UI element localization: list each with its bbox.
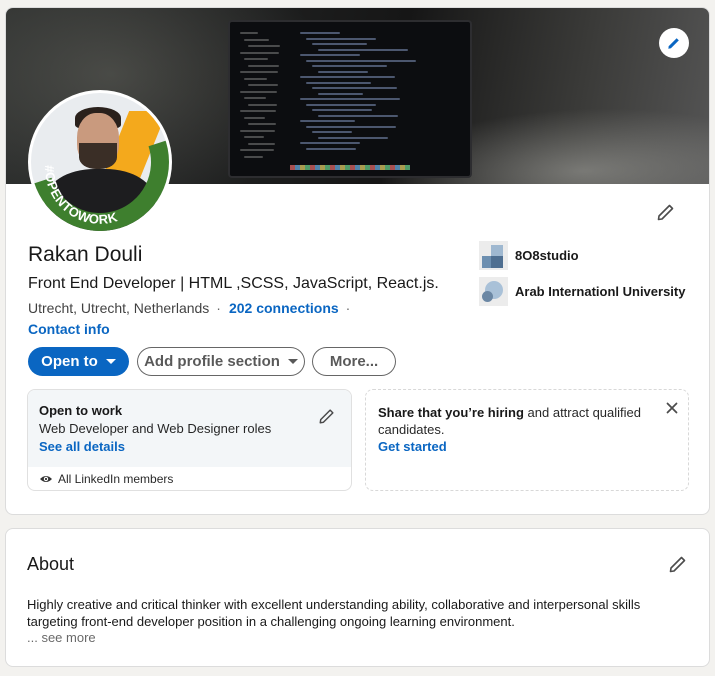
open-to-work-frame: #OPENTOWORK	[31, 136, 169, 231]
open-to-button[interactable]: Open to	[28, 347, 129, 376]
hiring-text: Share that you’re hiring and attract qua…	[378, 404, 658, 438]
hiring-card: Share that you’re hiring and attract qua…	[365, 389, 689, 491]
see-more-link[interactable]: ... see more	[27, 630, 96, 645]
visibility-label: All LinkedIn members	[58, 472, 174, 486]
company-logo	[479, 241, 508, 270]
contact-info-link[interactable]: Contact info	[28, 321, 110, 337]
more-button[interactable]: More...	[312, 347, 396, 376]
add-profile-section-label: Add profile section	[144, 353, 280, 370]
pencil-icon	[668, 38, 679, 49]
profile-name: Rakan Douli	[28, 243, 143, 266]
pencil-icon	[319, 409, 334, 424]
eye-icon	[40, 476, 52, 482]
hiring-text-bold: Share that you’re hiring	[378, 405, 524, 420]
get-started-link[interactable]: Get started	[378, 439, 447, 454]
open-to-work-card: Open to work Web Developer and Web Desig…	[27, 389, 352, 491]
add-profile-section-button[interactable]: Add profile section	[137, 347, 305, 376]
connections-link[interactable]: 202 connections	[229, 300, 339, 316]
see-all-details-link[interactable]: See all details	[39, 439, 125, 454]
visibility-row: All LinkedIn members	[39, 472, 173, 486]
about-title: About	[27, 554, 75, 574]
about-text: Highly creative and critical thinker wit…	[27, 597, 641, 629]
about-edit-button[interactable]	[666, 552, 690, 576]
more-label: More...	[329, 353, 379, 370]
close-icon	[666, 402, 678, 414]
close-hiring-button[interactable]	[664, 400, 680, 416]
avatar[interactable]: #OPENTOWORK	[28, 90, 172, 234]
profile-card: #OPENTOWORK Rakan Douli Front End Develo…	[5, 7, 710, 515]
pencil-icon	[657, 204, 674, 221]
banner-laptop-image	[228, 20, 472, 178]
separator-dot: ·	[216, 300, 221, 316]
school-logo	[479, 277, 508, 306]
profile-headline: Front End Developer | HTML ,SCSS, JavaSc…	[28, 275, 439, 292]
separator-dot: ·	[345, 300, 351, 316]
caret-down-icon	[105, 359, 116, 364]
profile-location: Utrecht, Utrecht, Netherlands	[28, 300, 210, 316]
open-to-label: Open to	[41, 353, 98, 370]
open-to-work-title: Open to work	[39, 403, 123, 418]
profile-edit-button[interactable]	[654, 200, 678, 224]
current-company[interactable]: 8O8studio	[479, 241, 579, 270]
open-to-work-roles: Web Developer and Web Designer roles	[39, 421, 272, 436]
banner-edit-button[interactable]	[659, 28, 689, 58]
pencil-icon	[669, 556, 686, 573]
profile-location-row: Utrecht, Utrecht, Netherlands · 202 conn…	[28, 300, 358, 316]
company-name: 8O8studio	[515, 248, 579, 263]
school-name: Arab Internationl University	[515, 284, 686, 299]
open-to-work-edit-button[interactable]	[317, 406, 337, 426]
caret-down-icon	[287, 359, 298, 364]
education-school[interactable]: Arab Internationl University	[479, 277, 685, 306]
about-card: About Highly creative and critical think…	[5, 528, 710, 667]
